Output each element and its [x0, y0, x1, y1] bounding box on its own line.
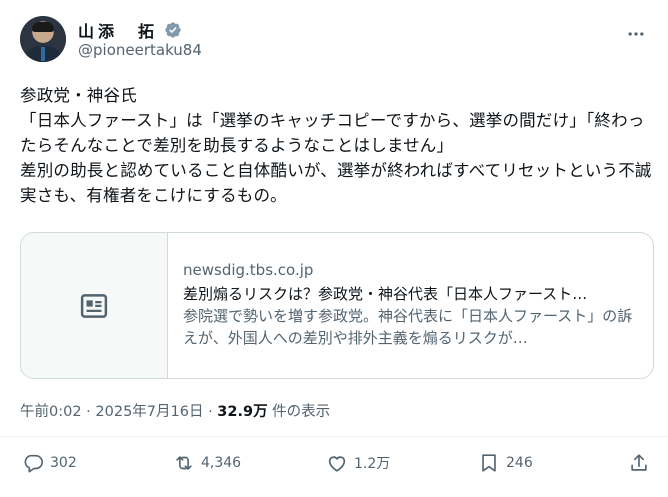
- author-name-row: 山添 拓: [78, 18, 182, 42]
- repost-count: 4,346: [201, 455, 242, 471]
- like-button[interactable]: 1.2万: [326, 452, 390, 474]
- views-count: 32.9万: [217, 404, 268, 420]
- link-card[interactable]: newsdig.tbs.co.jp 差別煽るリスクは？参政党・神谷代表「日本人フ…: [20, 232, 654, 379]
- article-icon: [80, 293, 108, 318]
- reply-button[interactable]: 302: [22, 452, 77, 474]
- verified-badge-icon: [165, 22, 181, 38]
- tweet-meta: 午前0:02 · 2025年7月16日 · 32.9万 件の表示: [20, 400, 330, 421]
- card-description: 参院選で勢いを増す参政党。神谷代表に「日本人ファースト」の訴えが、外国人への差別…: [183, 307, 633, 347]
- repost-button[interactable]: 4,346: [173, 452, 241, 474]
- card-domain: newsdig.tbs.co.jp: [183, 261, 314, 279]
- author-handle[interactable]: @pioneertaku84: [78, 41, 202, 59]
- action-bar: 302 4,346 1.2万 246: [0, 452, 668, 482]
- heart-icon: [328, 456, 346, 472]
- share-icon: [631, 454, 647, 471]
- card-title: 差別煽るリスクは？参政党・神谷代表「日本人ファースト…: [183, 285, 588, 303]
- more-options-icon[interactable]: [626, 24, 646, 44]
- reply-icon: [24, 454, 43, 473]
- tweet-header: 山添 拓 @pioneertaku84: [20, 14, 652, 66]
- repost-icon: [176, 456, 192, 470]
- reply-count: 302: [50, 455, 77, 471]
- card-thumbnail: [21, 233, 168, 378]
- timestamp[interactable]: 午前0:02 · 2025年7月16日 ·: [20, 404, 217, 420]
- card-body: newsdig.tbs.co.jp 差別煽るリスクは？参政党・神谷代表「日本人フ…: [183, 259, 638, 349]
- avatar[interactable]: [20, 16, 66, 62]
- bookmark-count: 246: [506, 455, 533, 471]
- share-button[interactable]: [628, 452, 650, 474]
- views-label: 件の表示: [267, 404, 331, 420]
- tweet-text: 参政党・神谷氏 「日本人ファースト」は「選挙のキャッチコピーですから、選挙の間だ…: [20, 86, 652, 205]
- divider: [0, 436, 668, 437]
- bookmark-button[interactable]: 246: [478, 452, 533, 474]
- author-display-name[interactable]: 山添 拓: [78, 18, 158, 42]
- bookmark-icon: [482, 454, 496, 472]
- like-count: 1.2万: [354, 456, 391, 472]
